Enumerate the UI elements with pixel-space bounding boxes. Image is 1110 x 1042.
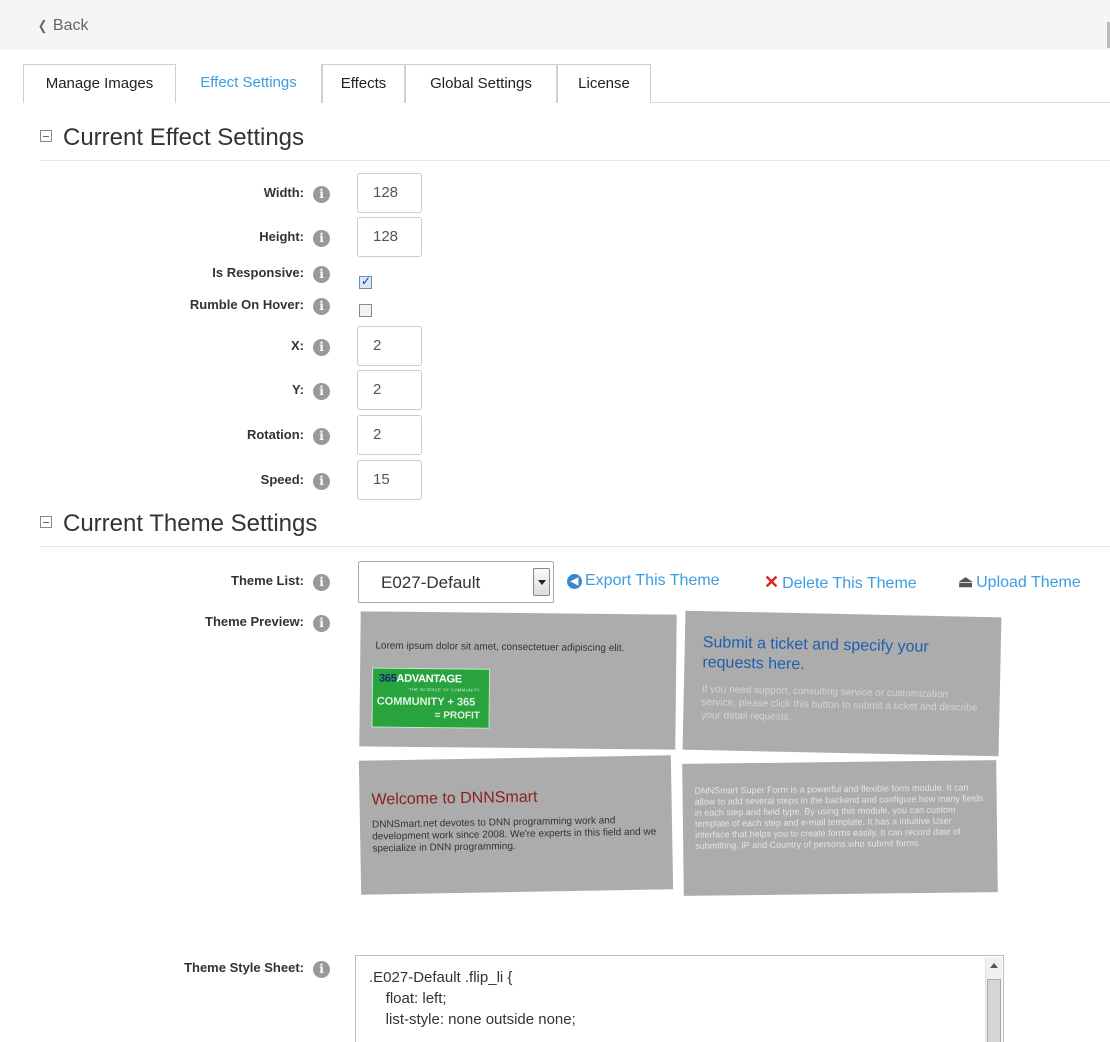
theme-style-sheet-editor[interactable]: .E027-Default .flip_li { float: left; li… [355, 955, 1004, 1042]
theme-preview-label: Theme Preview: [205, 614, 304, 629]
collapse-icon[interactable] [40, 516, 52, 528]
rumble-on-hover-checkbox[interactable] [359, 304, 372, 317]
upload-theme-link[interactable]: ⏏ Upload Theme [958, 572, 1081, 592]
scroll-up-arrow-icon[interactable] [986, 957, 1002, 974]
delete-theme-link[interactable]: ✕ Delete This Theme [764, 572, 917, 593]
divider [40, 546, 1110, 547]
theme-style-sheet-label: Theme Style Sheet: [184, 960, 304, 975]
info-icon[interactable]: i [313, 339, 330, 356]
info-icon[interactable]: i [313, 574, 330, 591]
back-link[interactable]: ❮ Back [37, 17, 89, 35]
info-icon[interactable]: i [313, 266, 330, 283]
info-icon[interactable]: i [313, 186, 330, 203]
preview-card-4: DNNSmart Super Form is a powerful and fl… [682, 760, 998, 896]
speed-label: Speed: [260, 472, 304, 487]
rumble-on-hover-label: Rumble On Hover: [189, 297, 304, 312]
x-label: X: [291, 338, 304, 353]
info-icon[interactable]: i [313, 428, 330, 445]
width-input[interactable]: 128 [357, 173, 422, 213]
preview-card-3: Welcome to DNNSmart DNNSmart.net devotes… [358, 755, 674, 895]
is-responsive-label: Is Responsive: [212, 265, 304, 280]
effect-section-title[interactable]: Current Effect Settings [40, 124, 304, 152]
chevron-left-icon: ❮ [37, 18, 48, 33]
preview-card-2: Submit a ticket and specify your request… [682, 610, 1002, 757]
scrollbar-thumb[interactable] [987, 979, 1001, 1042]
rotation-input[interactable]: 2 [357, 415, 422, 455]
rotation-label: Rotation: [246, 427, 304, 442]
width-label: Width: [263, 185, 304, 200]
y-input[interactable]: 2 [357, 370, 422, 410]
height-label: Height: [259, 229, 304, 244]
info-icon[interactable]: i [313, 230, 330, 247]
export-theme-link[interactable]: ◀ Export This Theme [567, 572, 720, 590]
export-icon: ◀ [567, 574, 582, 589]
y-label: Y: [291, 382, 304, 397]
card4-text: DNNSmart Super Form is a powerful and fl… [694, 782, 984, 851]
theme-list-label: Theme List: [231, 573, 304, 588]
speed-input[interactable]: 15 [357, 460, 422, 500]
editor-scrollbar[interactable] [985, 957, 1002, 1042]
top-bar: ❮ Back [0, 0, 1110, 50]
card3-text: DNNSmart.net devotes to DNN programming … [371, 815, 657, 855]
info-icon[interactable]: i [313, 473, 330, 490]
preview-card-1: Lorem ipsum dolor sit amet, consectetuer… [359, 611, 677, 750]
stylesheet-content: .E027-Default .flip_li { float: left; li… [369, 969, 576, 1028]
card3-title: Welcome to DNNSmart [371, 788, 538, 809]
365advantage-logo: 365ADVANTAGE THE SCIENCE OF COMMUNITY CO… [371, 667, 491, 729]
info-icon[interactable]: i [313, 298, 330, 315]
dropdown-arrow-icon[interactable] [533, 568, 550, 596]
tab-manage-images[interactable]: Manage Images [23, 64, 176, 103]
info-icon[interactable]: i [313, 615, 330, 632]
tab-effects[interactable]: Effects [322, 64, 405, 103]
info-icon[interactable]: i [313, 961, 330, 978]
theme-select[interactable]: E027-Default [358, 561, 554, 603]
delete-x-icon: ✕ [764, 572, 780, 592]
is-responsive-checkbox[interactable] [359, 274, 372, 289]
collapse-icon[interactable] [40, 130, 52, 142]
card2-text: If you need support, consulting service … [701, 684, 978, 723]
x-input[interactable]: 2 [357, 326, 422, 366]
tab-license[interactable]: License [557, 64, 651, 103]
tab-strip: Manage Images Effect Settings Effects Gl… [23, 64, 1110, 103]
back-label: Back [52, 17, 89, 34]
tab-global-settings[interactable]: Global Settings [405, 64, 557, 103]
height-input[interactable]: 128 [357, 217, 422, 257]
card2-title: Submit a ticket and specify your request… [702, 634, 929, 674]
divider [40, 160, 1110, 161]
theme-section-title[interactable]: Current Theme Settings [40, 510, 317, 538]
upload-icon: ⏏ [958, 574, 974, 591]
tab-effect-settings[interactable]: Effect Settings [176, 64, 322, 103]
card1-text: Lorem ipsum dolor sit amet, consectetuer… [375, 640, 625, 655]
info-icon[interactable]: i [313, 383, 330, 400]
theme-select-value: E027-Default [381, 573, 481, 592]
